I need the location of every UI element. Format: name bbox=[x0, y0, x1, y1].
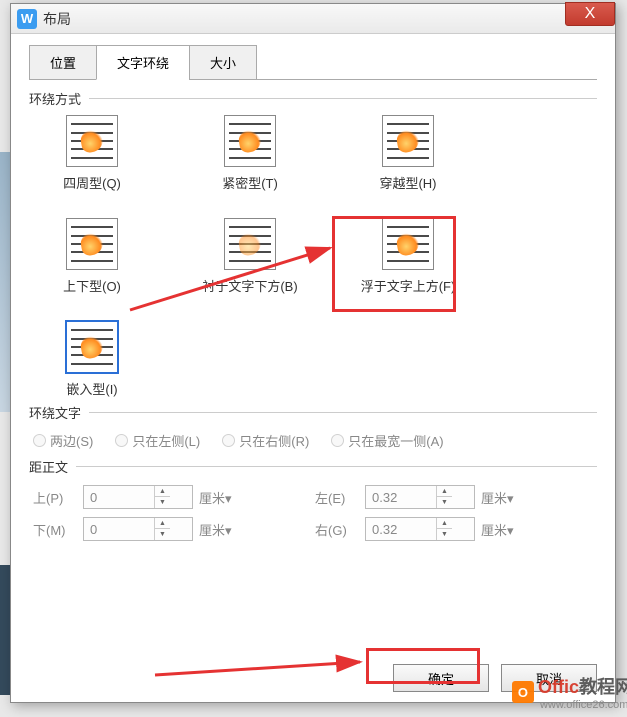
tab-size[interactable]: 大小 bbox=[189, 45, 257, 80]
dialog-body: 位置 文字环绕 大小 环绕方式 四周型(Q) bbox=[11, 34, 615, 702]
wrap-label: 嵌入型(I) bbox=[66, 379, 117, 398]
radio-input[interactable] bbox=[33, 434, 46, 447]
radio-label: 两边(S) bbox=[50, 431, 93, 450]
ok-button[interactable]: 确定 bbox=[393, 664, 489, 692]
wrap-option-through[interactable]: 穿越型(H) bbox=[353, 115, 463, 192]
wrap-thumb-icon bbox=[66, 115, 118, 167]
watermark-text: Offic教程网 bbox=[538, 677, 627, 697]
wrap-option-behind[interactable]: 衬于文字下方(B) bbox=[195, 218, 305, 295]
radio-both-sides[interactable]: 两边(S) bbox=[33, 431, 93, 450]
wrap-option-square[interactable]: 四周型(Q) bbox=[37, 115, 147, 192]
wrap-option-tight[interactable]: 紧密型(T) bbox=[195, 115, 305, 192]
radio-widest-only[interactable]: 只在最宽一侧(A) bbox=[331, 431, 443, 450]
wrap-thumb-icon bbox=[66, 321, 118, 373]
spinner[interactable]: ▲▼ bbox=[436, 486, 452, 508]
group-wrap-style-label: 环绕方式 bbox=[29, 89, 89, 108]
group-wrap-style: 环绕方式 四周型(Q) 紧密型(T) bbox=[29, 98, 597, 406]
watermark-subtext: www.office26.com bbox=[540, 699, 627, 711]
dist-right-value[interactable] bbox=[366, 522, 436, 537]
wrap-label: 紧密型(T) bbox=[222, 173, 278, 192]
wrap-option-inline[interactable]: 嵌入型(I) bbox=[37, 321, 147, 398]
dist-left-value[interactable] bbox=[366, 490, 436, 505]
radio-left-only[interactable]: 只在左侧(L) bbox=[115, 431, 200, 450]
unit-label: 厘米▾ bbox=[199, 520, 243, 539]
radio-label: 只在左侧(L) bbox=[132, 431, 200, 450]
spin-down-icon[interactable]: ▼ bbox=[437, 497, 452, 508]
radio-input[interactable] bbox=[331, 434, 344, 447]
dist-top-label: 上(P) bbox=[33, 488, 77, 507]
wrap-option-topbottom[interactable]: 上下型(O) bbox=[37, 218, 147, 295]
distance-grid: 上(P) ▲▼ 厘米▾ 左(E) ▲▼ 厘米▾ 下(M) ▲▼ 厘 bbox=[29, 477, 597, 551]
tab-position[interactable]: 位置 bbox=[29, 45, 97, 80]
spin-down-icon[interactable]: ▼ bbox=[155, 497, 170, 508]
radio-label: 只在右侧(R) bbox=[239, 431, 309, 450]
wrap-thumb-icon bbox=[66, 218, 118, 270]
wrap-thumb-icon bbox=[224, 218, 276, 270]
wrap-label: 衬于文字下方(B) bbox=[202, 276, 297, 295]
spin-up-icon[interactable]: ▲ bbox=[437, 486, 452, 497]
unit-label: 厘米▾ bbox=[199, 488, 243, 507]
spinner[interactable]: ▲▼ bbox=[436, 518, 452, 540]
dist-bottom-input[interactable]: ▲▼ bbox=[83, 517, 193, 541]
unit-label: 厘米▾ bbox=[481, 520, 525, 539]
wrap-text-radios: 两边(S) 只在左侧(L) 只在右侧(R) 只在最宽一侧(A) bbox=[29, 423, 597, 460]
dist-right-label: 右(G) bbox=[315, 520, 359, 539]
spin-up-icon[interactable]: ▲ bbox=[155, 486, 170, 497]
spin-down-icon[interactable]: ▼ bbox=[437, 529, 452, 540]
wrap-label: 上下型(O) bbox=[63, 276, 121, 295]
spin-down-icon[interactable]: ▼ bbox=[155, 529, 170, 540]
wrap-label: 穿越型(H) bbox=[379, 173, 436, 192]
group-wrap-text: 环绕文字 两边(S) 只在左侧(L) 只在右侧(R) 只在最宽一侧(A) bbox=[29, 412, 597, 460]
dist-right-input[interactable]: ▲▼ bbox=[365, 517, 475, 541]
dialog-window: W 布局 X 位置 文字环绕 大小 环绕方式 四周型(Q) bbox=[10, 3, 616, 703]
close-button[interactable]: X bbox=[565, 2, 615, 26]
radio-right-only[interactable]: 只在右侧(R) bbox=[222, 431, 309, 450]
tab-text-wrap[interactable]: 文字环绕 bbox=[96, 45, 190, 80]
wrap-thumb-icon bbox=[382, 218, 434, 270]
dist-left-label: 左(E) bbox=[315, 488, 359, 507]
wrap-options-grid: 四周型(Q) 紧密型(T) 穿越型(H) bbox=[29, 109, 597, 406]
wrap-option-front[interactable]: 浮于文字上方(F) bbox=[353, 218, 463, 295]
spin-up-icon[interactable]: ▲ bbox=[437, 518, 452, 529]
window-title: 布局 bbox=[43, 9, 71, 29]
app-icon: W bbox=[17, 9, 37, 29]
dist-bottom-value[interactable] bbox=[84, 522, 154, 537]
radio-label: 只在最宽一侧(A) bbox=[348, 431, 443, 450]
unit-label: 厘米▾ bbox=[481, 488, 525, 507]
dist-bottom-label: 下(M) bbox=[33, 520, 77, 539]
group-wrap-text-label: 环绕文字 bbox=[29, 403, 89, 422]
wrap-label: 浮于文字上方(F) bbox=[361, 276, 456, 295]
watermark-icon: O bbox=[512, 681, 534, 703]
watermark: O Offic教程网 www.office26.com bbox=[512, 673, 627, 711]
spinner[interactable]: ▲▼ bbox=[154, 518, 170, 540]
group-distance: 距正文 上(P) ▲▼ 厘米▾ 左(E) ▲▼ 厘米▾ 下(M) ▲▼ bbox=[29, 466, 597, 551]
background-strip bbox=[0, 152, 10, 412]
radio-input[interactable] bbox=[222, 434, 235, 447]
wrap-thumb-icon bbox=[224, 115, 276, 167]
spin-up-icon[interactable]: ▲ bbox=[155, 518, 170, 529]
group-distance-label: 距正文 bbox=[29, 457, 76, 476]
dist-top-input[interactable]: ▲▼ bbox=[83, 485, 193, 509]
tab-strip: 位置 文字环绕 大小 bbox=[29, 44, 597, 80]
background-strip-2 bbox=[0, 565, 10, 695]
dist-top-value[interactable] bbox=[84, 490, 154, 505]
wrap-thumb-icon bbox=[382, 115, 434, 167]
radio-input[interactable] bbox=[115, 434, 128, 447]
wrap-label: 四周型(Q) bbox=[63, 173, 121, 192]
titlebar: W 布局 X bbox=[11, 4, 615, 34]
dist-left-input[interactable]: ▲▼ bbox=[365, 485, 475, 509]
spinner[interactable]: ▲▼ bbox=[154, 486, 170, 508]
